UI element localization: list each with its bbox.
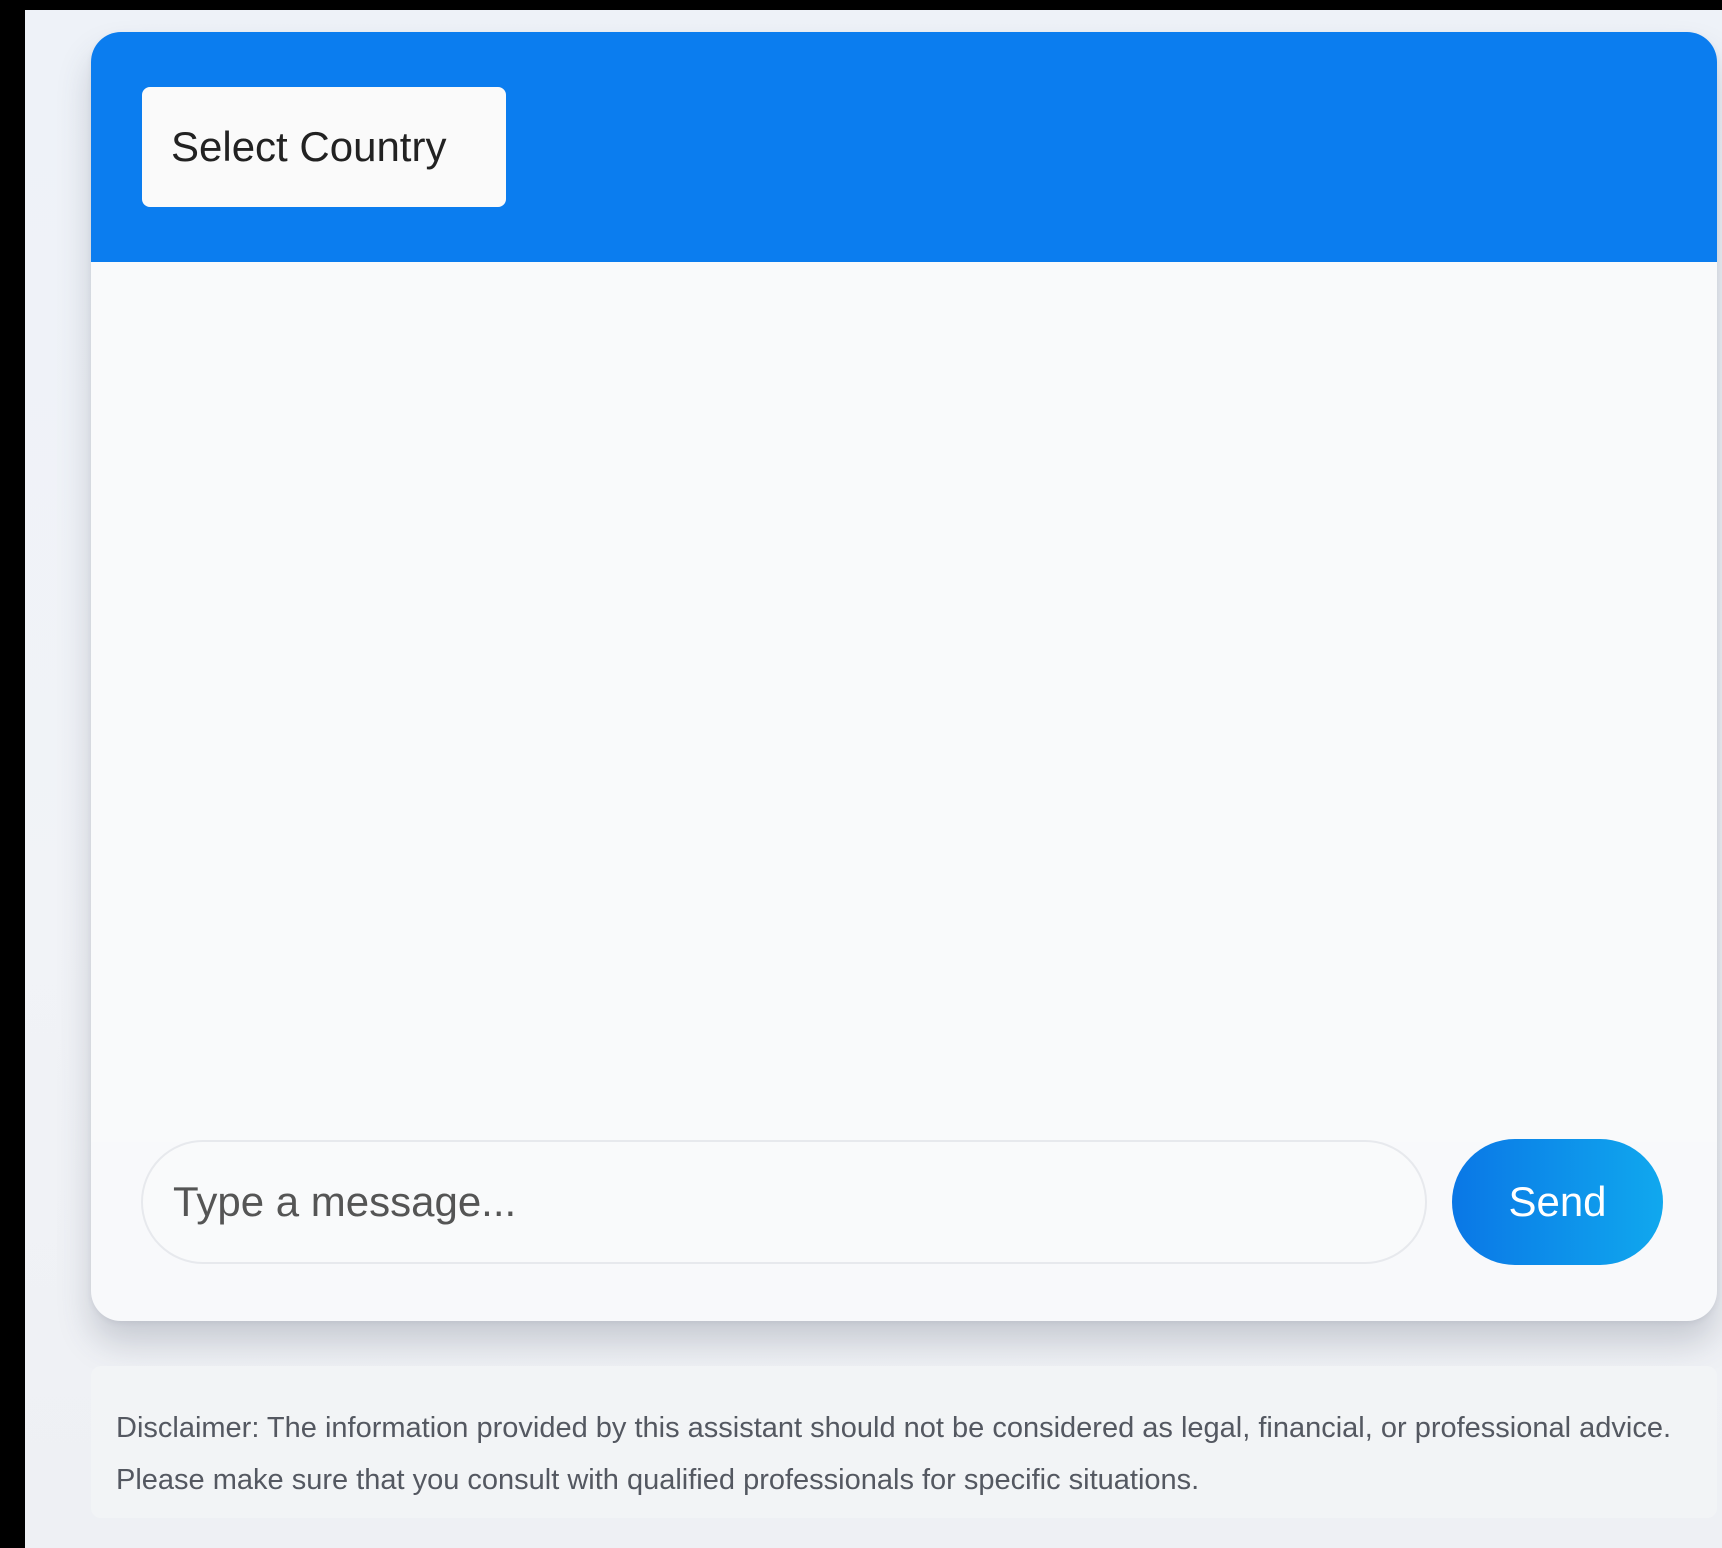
disclaimer-text: Disclaimer: The information provided by …: [91, 1366, 1717, 1518]
message-input-container: [141, 1140, 1427, 1264]
chat-window: Select Country Send: [91, 32, 1717, 1321]
message-input[interactable]: [143, 1142, 1425, 1262]
country-select-dropdown[interactable]: Select Country: [142, 87, 506, 207]
messages-area: [91, 262, 1717, 1142]
page-background: Select Country Send Disclaimer: The info…: [25, 10, 1722, 1548]
chat-header: Select Country: [91, 32, 1717, 262]
screen: Select Country Send Disclaimer: The info…: [0, 0, 1722, 1548]
send-button[interactable]: Send: [1452, 1139, 1663, 1265]
